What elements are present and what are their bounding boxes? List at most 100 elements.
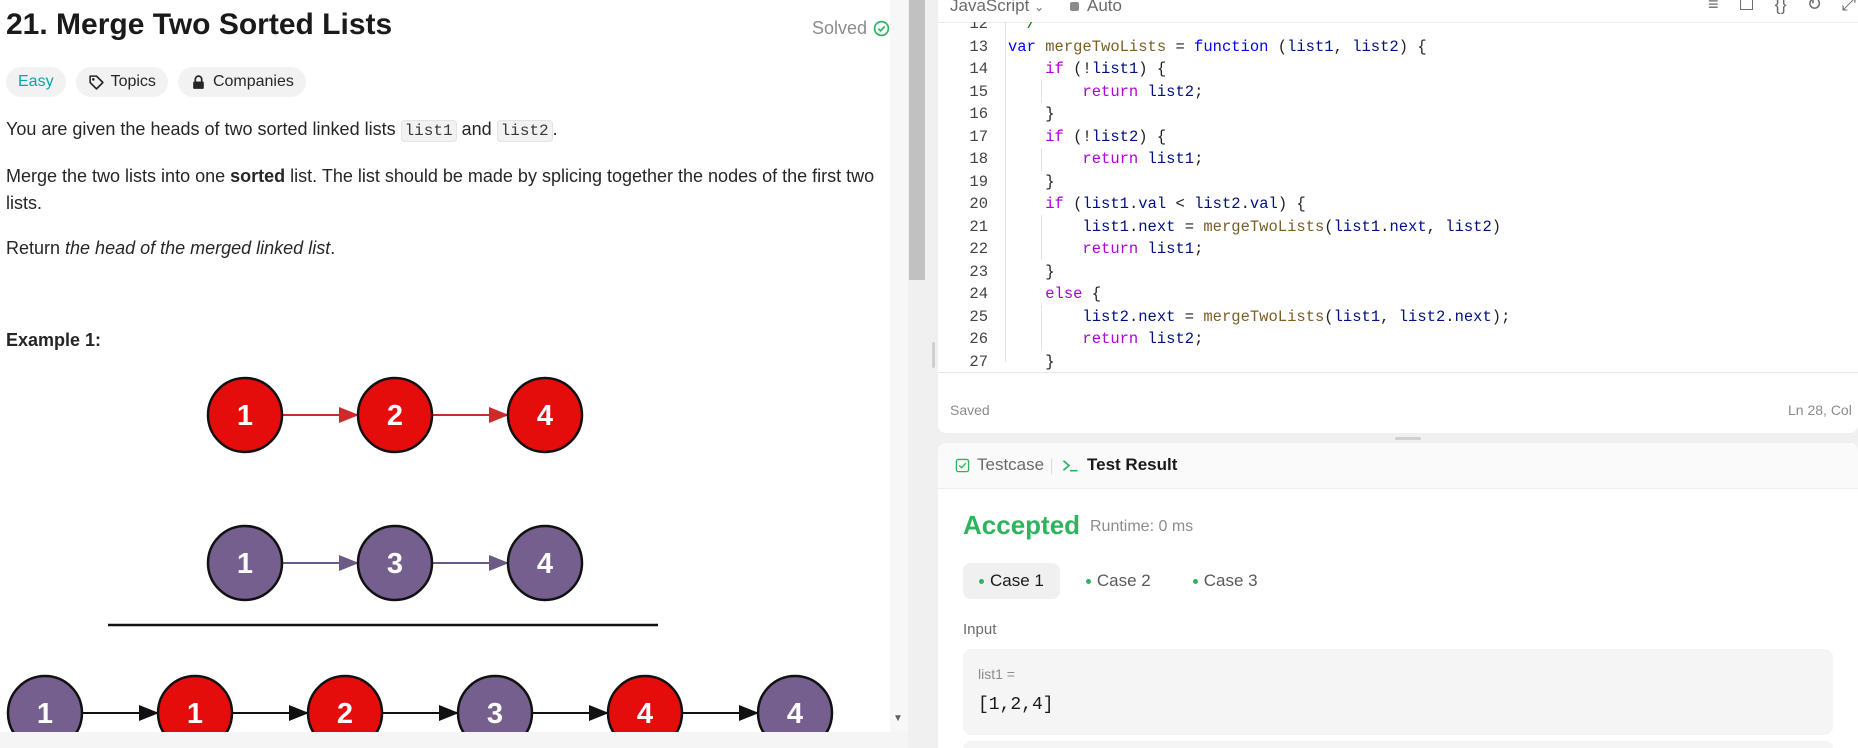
- text-segment: Return: [6, 238, 66, 258]
- svg-text:4: 4: [787, 698, 803, 730]
- svg-text:2: 2: [337, 698, 353, 730]
- case-tab[interactable]: Case 2: [1070, 563, 1167, 599]
- problem-scrollbar[interactable]: [890, 0, 908, 732]
- code-line: 12 */: [969, 22, 1036, 33]
- language-select[interactable]: JavaScript ⌄: [950, 0, 1044, 16]
- problem-footer: [0, 732, 908, 748]
- code-line: 22 return list1;: [969, 240, 1204, 258]
- svg-text:4: 4: [637, 698, 653, 730]
- linked-list-diagram: 1 2 4 1 3 4 1 1 2 3 4 4: [6, 376, 834, 732]
- tab-testcase[interactable]: Testcase: [955, 455, 1044, 475]
- language-label: JavaScript: [950, 0, 1030, 15]
- pass-dot-icon: [1085, 578, 1091, 584]
- runtime: Runtime: 0 ms: [1090, 518, 1194, 535]
- bold-text: sorted: [230, 166, 286, 186]
- svg-text:4: 4: [537, 548, 553, 580]
- svg-text:1: 1: [237, 548, 253, 580]
- description-paragraph-2: Merge the two lists into one sorted list…: [6, 163, 876, 217]
- mode-label: Auto: [1087, 0, 1122, 15]
- check-circle-icon: [873, 20, 890, 37]
- svg-text:1: 1: [237, 400, 253, 432]
- list-node: 4: [756, 674, 834, 732]
- case-label: Case 3: [1203, 571, 1258, 590]
- scroll-down-icon[interactable]: ▼: [893, 713, 903, 724]
- case-tab[interactable]: Case 1: [963, 563, 1060, 599]
- svg-text:1: 1: [187, 698, 203, 730]
- code-line: 15 return list2;: [969, 82, 1204, 101]
- input-variable-name: list1 =: [978, 666, 1015, 682]
- horizontal-resize-grip[interactable]: [1395, 437, 1421, 440]
- description-paragraph-1: You are given the heads of two sorted li…: [6, 116, 876, 145]
- topics-label: Topics: [110, 73, 156, 90]
- editor-tools: ≡ ☐ {} ↻ ⤢: [1708, 0, 1856, 15]
- code-editor[interactable]: JavaScript ⌄ Auto ≡ ☐ {} ↻ ⤢ 12 */ 13 var…: [938, 0, 1858, 433]
- inline-code-list2: list2: [496, 120, 553, 142]
- list-node: 2: [306, 674, 384, 732]
- list-node: 4: [506, 524, 584, 602]
- text-segment: You are given the heads of two sorted li…: [6, 119, 401, 139]
- lock-icon: [1070, 1, 1079, 11]
- tab-testcase-label: Testcase: [977, 455, 1045, 474]
- editor-toolbar: JavaScript ⌄ Auto ≡ ☐ {} ↻ ⤢: [938, 0, 1858, 23]
- code-line: 16 }: [969, 105, 1055, 123]
- list-node: 4: [606, 674, 684, 732]
- tab-test-result[interactable]: Test Result: [1060, 455, 1177, 475]
- tab-separator: [1051, 458, 1052, 474]
- example-title: Example 1:: [6, 330, 102, 350]
- svg-text:4: 4: [537, 400, 553, 432]
- code-line: 19 }: [969, 172, 1055, 191]
- editor-divider: [938, 372, 1858, 373]
- code-line: 13 var mergeTwoLists = function (list1, l…: [969, 37, 1427, 56]
- text-segment: Merge the two lists into one: [6, 166, 231, 186]
- mode-select[interactable]: Auto: [1070, 0, 1122, 16]
- code-line: 24 else {: [969, 285, 1102, 303]
- save-status: Saved: [950, 402, 990, 418]
- text-segment: and: [456, 119, 497, 139]
- svg-text:2: 2: [387, 400, 403, 432]
- list-node: 1: [6, 674, 84, 732]
- vertical-resize-grip[interactable]: [932, 342, 935, 368]
- list-node: 1: [156, 674, 234, 732]
- list-node: 1: [206, 524, 284, 602]
- test-panel: Testcase Test Result Accepted Runtime: 0…: [938, 443, 1858, 748]
- svg-text:3: 3: [487, 698, 503, 730]
- code-line: 17 if (!list2) {: [969, 127, 1167, 146]
- braces-icon[interactable]: {}: [1775, 0, 1787, 15]
- input-box: list1 = [1,2,4]: [963, 649, 1833, 735]
- list2-row: 1 3 4: [206, 524, 584, 602]
- reset-icon[interactable]: ↻: [1807, 0, 1822, 15]
- tag-icon: [88, 74, 104, 90]
- code-line: 18 return list1;: [969, 150, 1204, 168]
- description-paragraph-3: Return the head of the merged linked lis…: [6, 235, 876, 262]
- format-icon[interactable]: ≡: [1708, 0, 1719, 15]
- input-box: [963, 741, 1833, 748]
- test-tabs: Testcase Test Result: [938, 443, 1858, 489]
- companies-tag[interactable]: Companies: [177, 67, 306, 97]
- solved-status: Solved: [812, 18, 890, 39]
- code-line: 27 }: [969, 352, 1055, 371]
- case-tab[interactable]: Case 3: [1177, 563, 1274, 599]
- case-label: Case 1: [990, 571, 1044, 590]
- list-node: 2: [356, 376, 434, 454]
- problem-title: 21. Merge Two Sorted Lists: [6, 8, 393, 41]
- pass-dot-icon: [979, 578, 984, 584]
- verdict: Accepted: [963, 510, 1081, 540]
- case-tabs: Case 1 Case 2 Case 3: [963, 563, 1274, 599]
- terminal-icon: [1062, 459, 1078, 471]
- difficulty-tag[interactable]: Easy: [6, 67, 66, 97]
- bookmark-icon[interactable]: ☐: [1739, 0, 1755, 15]
- pass-dot-icon: [1192, 578, 1198, 584]
- code-content[interactable]: 12 */ 13 var mergeTwoLists = function (li…: [938, 22, 1858, 372]
- problem-description: 21. Merge Two Sorted Lists Solved Easy T…: [0, 0, 890, 732]
- solved-label: Solved: [812, 18, 868, 38]
- code-line: 21 list1.next = mergeTwoLists(list1.next…: [969, 217, 1502, 236]
- topics-tag[interactable]: Topics: [75, 67, 168, 97]
- list-node: 3: [456, 674, 534, 732]
- input-variable-value: [1,2,4]: [978, 695, 1054, 715]
- expand-icon[interactable]: ⤢: [1842, 0, 1856, 15]
- svg-text:3: 3: [387, 548, 403, 580]
- scrollbar-thumb[interactable]: [909, 0, 925, 280]
- code-line: 20 if (list1.val < list2.val) {: [969, 195, 1306, 213]
- code-line: 25 list2.next = mergeTwoLists(list1, lis…: [969, 307, 1511, 326]
- svg-text:1: 1: [37, 698, 53, 730]
